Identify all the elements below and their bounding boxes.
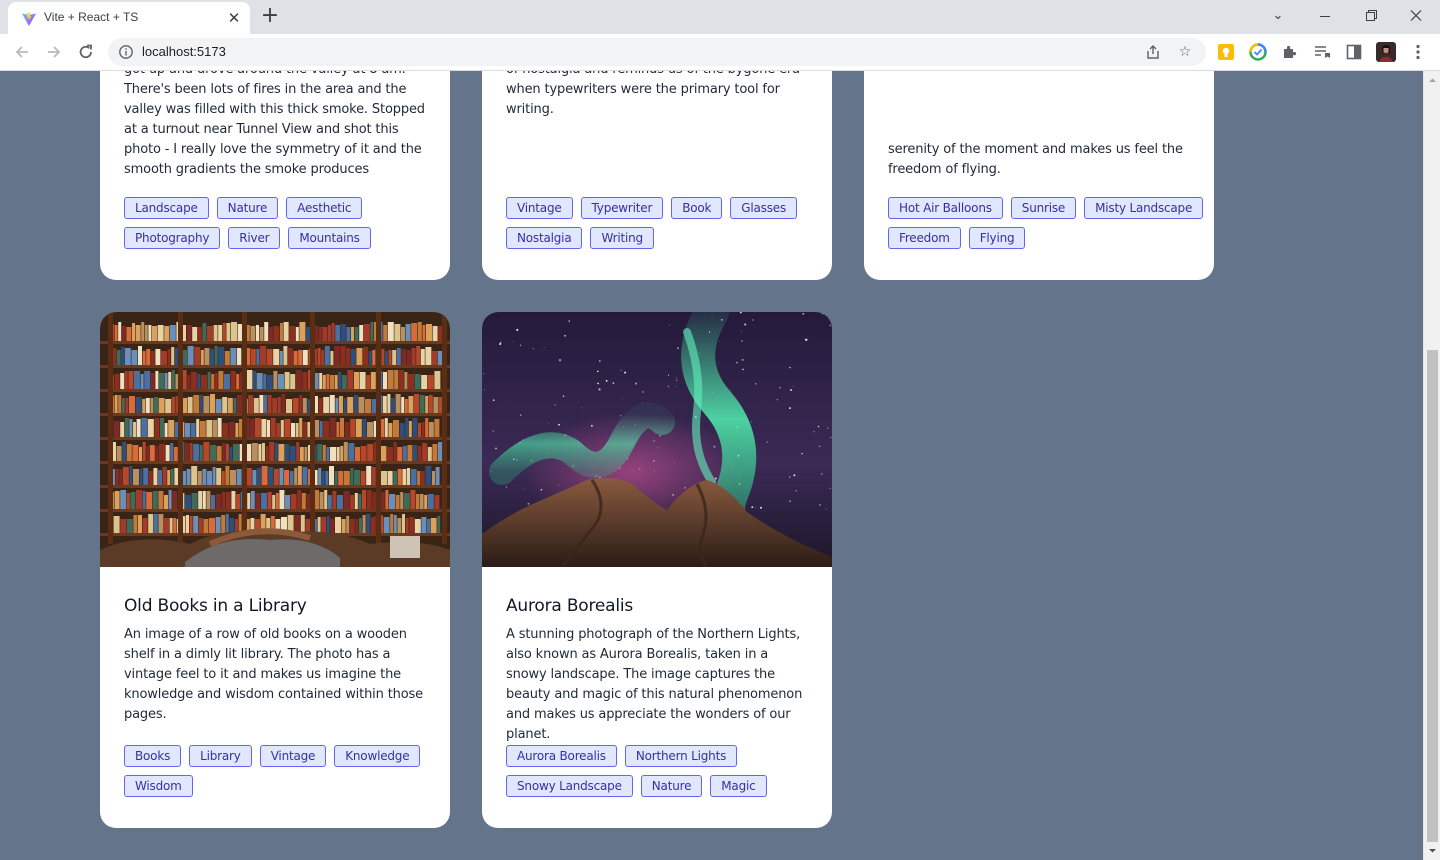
tag-list: Landscape Nature Aesthetic Photography R… [124, 197, 440, 249]
card-title: Old Books in a Library [124, 596, 307, 616]
library-bookshelf-image [100, 312, 450, 567]
color-extension-icon[interactable] [1248, 42, 1268, 62]
card-description: of nostalgia and reminds us of the bygon… [506, 71, 800, 117]
address-bar[interactable]: localhost:5173 ☆ [108, 38, 1206, 66]
vertical-scrollbar[interactable] [1423, 71, 1440, 860]
card-description: An image of a row of old books on a wood… [124, 627, 424, 722]
reload-icon[interactable] [73, 39, 99, 65]
tag-chip[interactable]: Misty Landscape [1084, 197, 1204, 219]
tag-chip[interactable]: Aesthetic [286, 197, 363, 219]
new-tab-icon[interactable]: + [258, 4, 282, 28]
keep-extension-icon[interactable] [1216, 42, 1236, 62]
tag-chip[interactable]: Snowy Landscape [506, 775, 633, 797]
extensions-puzzle-icon[interactable] [1280, 42, 1300, 62]
tag-chip[interactable]: River [228, 227, 281, 249]
minimize-icon[interactable] [1311, 4, 1339, 28]
card-aurora-borealis: Aurora Borealis A stunning photograph of… [482, 312, 832, 828]
tag-chip[interactable]: Wisdom [124, 775, 193, 797]
url-text[interactable]: localhost:5173 [142, 44, 226, 59]
tag-chip[interactable]: Flying [968, 227, 1026, 249]
side-panel-icon[interactable] [1344, 42, 1364, 62]
card-description: A stunning photograph of the Northern Li… [506, 627, 803, 742]
site-info-icon[interactable] [118, 44, 134, 60]
vite-logo-icon [22, 12, 36, 26]
browser-toolbar: localhost:5173 ☆ [0, 34, 1440, 71]
tag-list: Books Library Vintage Knowledge Wisdom [124, 745, 440, 797]
tab-title: Vite + React + TS [44, 10, 139, 24]
forward-icon[interactable] [41, 39, 67, 65]
tag-chip[interactable]: Freedom [888, 227, 961, 249]
tag-chip[interactable]: Books [124, 745, 182, 767]
tag-chip[interactable]: Landscape [124, 197, 209, 219]
tag-chip[interactable]: Typewriter [580, 197, 664, 219]
aurora-borealis-image [482, 312, 832, 567]
card-description: serenity of the moment and makes us feel… [888, 142, 1183, 177]
back-icon[interactable] [9, 39, 35, 65]
tag-list: Aurora Borealis Northern Lights Snowy La… [506, 745, 822, 797]
card-typewriter: of nostalgia and reminds us of the bygon… [482, 71, 832, 280]
scroll-up-arrow-icon[interactable] [1428, 76, 1437, 85]
tag-chip[interactable]: Vintage [506, 197, 573, 219]
tab-close-icon[interactable]: ✕ [226, 10, 242, 26]
tag-chip[interactable]: Magic [710, 775, 767, 797]
tag-chip[interactable]: Mountains [288, 227, 371, 249]
card-old-books: Old Books in a Library An image of a row… [100, 312, 450, 828]
scrollbar-thumb[interactable] [1427, 350, 1438, 842]
profile-avatar[interactable] [1376, 42, 1396, 62]
tag-chip[interactable]: Northern Lights [624, 745, 738, 767]
tag-chip[interactable]: Aurora Borealis [506, 745, 617, 767]
tag-chip[interactable]: Book [671, 197, 723, 219]
card-title: Aurora Borealis [506, 596, 634, 616]
tag-chip[interactable]: Knowledge [334, 745, 421, 767]
card-hot-air-balloons: serenity of the moment and makes us feel… [864, 71, 1214, 280]
close-window-icon[interactable] [1402, 4, 1430, 28]
tag-chip[interactable]: Photography [124, 227, 221, 249]
tag-chip[interactable]: Nature [640, 775, 703, 797]
tag-chip[interactable]: Writing [590, 227, 654, 249]
tag-chip[interactable]: Hot Air Balloons [888, 197, 1003, 219]
card-description: got up and drove around the valley at 8 … [124, 71, 425, 177]
restore-icon[interactable] [1357, 4, 1385, 28]
tag-chip[interactable]: Vintage [259, 745, 327, 767]
share-icon[interactable] [1144, 43, 1162, 61]
tab-search-chevron-icon[interactable]: ⌄ [1264, 4, 1292, 28]
page-viewport: got up and drove around the valley at 8 … [0, 71, 1423, 860]
tag-chip[interactable]: Sunrise [1010, 197, 1077, 219]
bookmark-star-icon[interactable]: ☆ [1176, 43, 1194, 61]
tag-chip[interactable]: Library [189, 745, 252, 767]
tag-chip[interactable]: Nature [216, 197, 279, 219]
tab-bar: Vite + React + TS ✕ + ⌄ [0, 0, 1440, 34]
reading-list-icon[interactable] [1312, 42, 1332, 62]
tag-chip[interactable]: Nostalgia [506, 227, 583, 249]
scroll-down-arrow-icon[interactable] [1428, 846, 1437, 855]
tag-list: Vintage Typewriter Book Glasses Nostalgi… [506, 197, 822, 249]
browser-tab[interactable]: Vite + React + TS ✕ [8, 2, 250, 34]
card-yosemite: got up and drove around the valley at 8 … [100, 71, 450, 280]
chrome-menu-icon[interactable] [1408, 42, 1428, 62]
tag-list: Hot Air Balloons Sunrise Misty Landscape… [888, 197, 1204, 249]
tag-chip[interactable]: Glasses [730, 197, 798, 219]
